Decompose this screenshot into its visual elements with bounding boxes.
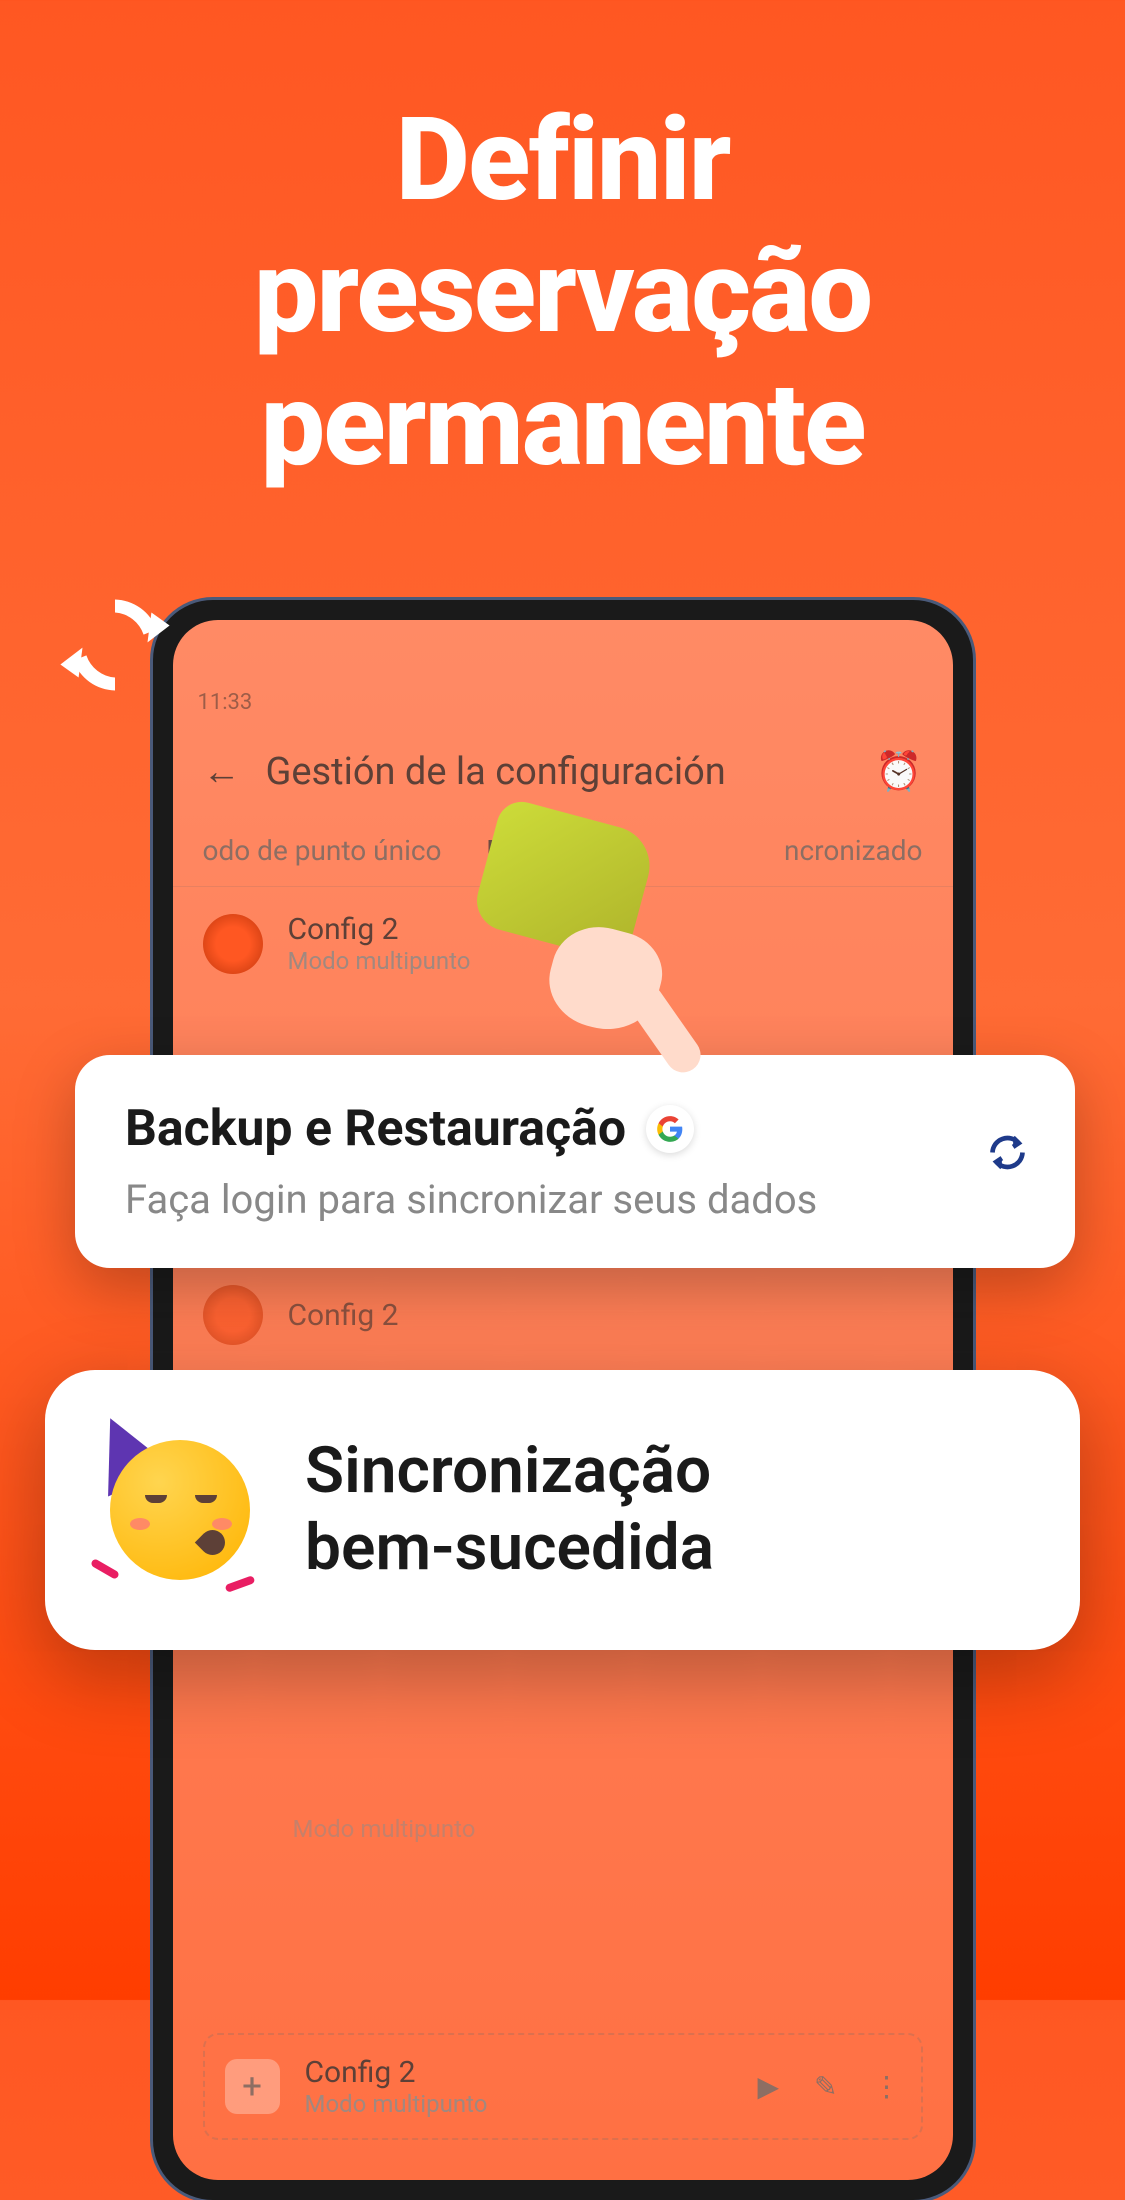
- backup-subtitle: Faça login para sincronizar seus dados: [125, 1176, 1025, 1223]
- sync-icon: [50, 580, 180, 710]
- action-icons: ▶ ✎ ⋮: [757, 2070, 900, 2103]
- play-icon[interactable]: ▶: [757, 2070, 779, 2103]
- tab-sync[interactable]: ncronizado: [779, 819, 927, 886]
- status-bar: 11:33: [173, 680, 953, 725]
- success-text: Sincronização bem-sucedida: [305, 1433, 714, 1587]
- config-mode: Modo multipunto: [305, 2090, 733, 2118]
- success-line-1: Sincronização: [305, 1433, 714, 1510]
- config-item[interactable]: Config 2: [173, 1260, 953, 1370]
- hero-line-3: permanente: [0, 360, 1125, 492]
- status-time: 11:33: [198, 690, 253, 715]
- back-arrow-icon[interactable]: ←: [203, 750, 241, 794]
- app-header: ← Gestión de la configuración ⏰: [173, 725, 953, 819]
- success-line-2: bem-sucedida: [305, 1510, 714, 1587]
- hero-title: Definir preservação permanente: [0, 0, 1125, 492]
- party-emoji-icon: [95, 1425, 265, 1595]
- hero-line-2: preservação: [0, 227, 1125, 359]
- tab-single-point[interactable]: odo de punto único: [198, 819, 447, 886]
- config-icon: [203, 1285, 263, 1345]
- more-icon[interactable]: ⋮: [873, 2070, 901, 2103]
- add-button-icon[interactable]: +: [225, 2059, 280, 2114]
- config-name: Config 2: [305, 2055, 733, 2090]
- config-text: Config 2: [288, 1298, 923, 1333]
- success-card: Sincronização bem-sucedida: [45, 1370, 1080, 1650]
- config-text: Config 2 Modo multipunto: [305, 2055, 733, 2118]
- config-item[interactable]: Modo multipunto: [173, 1790, 953, 1868]
- app-title: Gestión de la configuración: [266, 750, 851, 794]
- config-icon: [203, 914, 263, 974]
- alarm-icon[interactable]: ⏰: [875, 750, 922, 794]
- add-config-row[interactable]: + Config 2 Modo multipunto ▶ ✎ ⋮: [203, 2033, 923, 2140]
- sync-arrows-icon[interactable]: [985, 1130, 1030, 1175]
- hero-line-1: Definir: [0, 95, 1125, 227]
- config-text: Modo multipunto: [293, 1815, 923, 1843]
- edit-icon[interactable]: ✎: [814, 2070, 837, 2103]
- config-mode: Modo multipunto: [293, 1815, 923, 1843]
- config-name: Config 2: [288, 1298, 923, 1333]
